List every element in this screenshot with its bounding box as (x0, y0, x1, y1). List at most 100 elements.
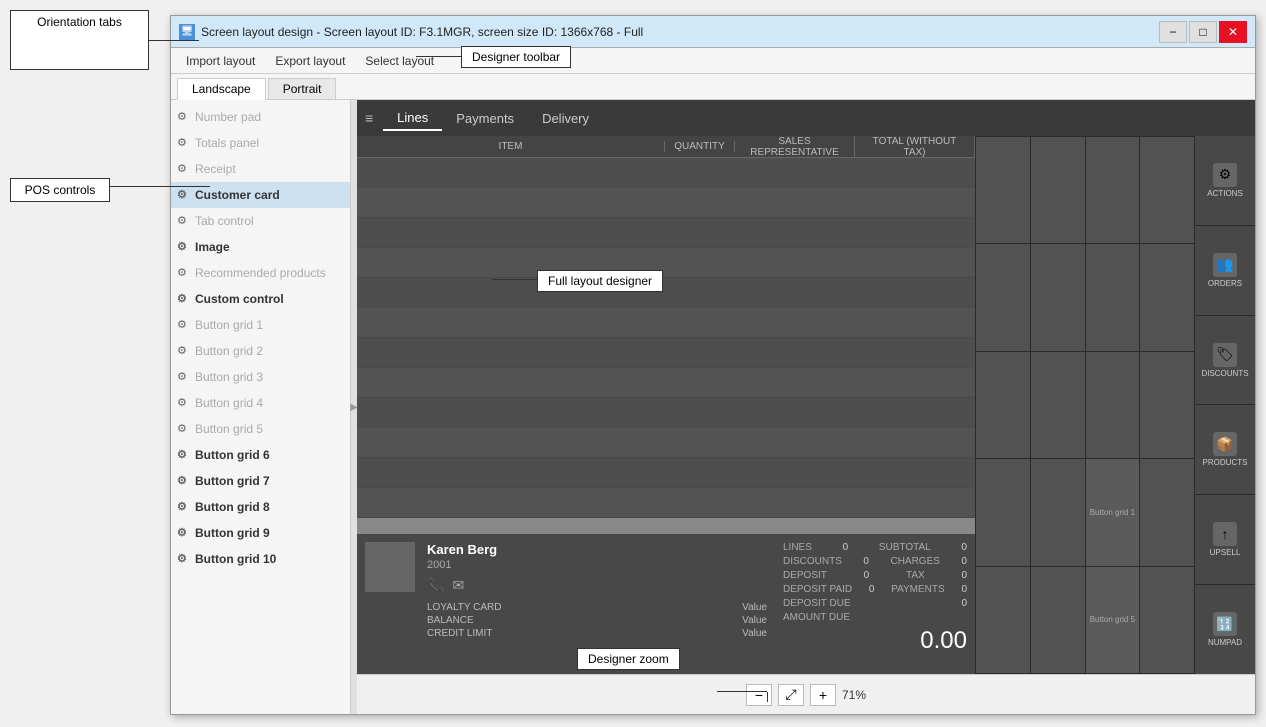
grid-cell[interactable] (1031, 137, 1085, 243)
pos-center-panel: ITEM QUANTITY SALES REPRESENTATIVE TOTAL… (357, 136, 975, 674)
sidebar-item-label: Button grid 10 (195, 552, 276, 566)
zoom-level-display: 71% (842, 688, 866, 702)
sidebar-item-customcontrol[interactable]: ⚙ Custom control (171, 286, 350, 312)
sidebar-item-image[interactable]: ⚙ Image (171, 234, 350, 260)
col-item: ITEM (357, 141, 665, 152)
sidebar-item-receipt[interactable]: ⚙ Receipt (171, 156, 350, 182)
sidebar-item-label: Button grid 1 (195, 318, 263, 332)
table-row[interactable] (357, 278, 975, 308)
table-row[interactable] (357, 158, 975, 188)
discounts-button[interactable]: 🏷 DISCOUNTS (1195, 316, 1255, 405)
balance-label: BALANCE (427, 615, 474, 626)
grid-cell[interactable] (976, 137, 1030, 243)
sidebar-item-buttongrid6[interactable]: ⚙ Button grid 6 (171, 442, 350, 468)
grid-cell[interactable] (976, 352, 1030, 458)
discounts-value: 0 (863, 556, 869, 567)
grid-cell[interactable] (1140, 459, 1194, 565)
sidebar-item-buttongrid10[interactable]: ⚙ Button grid 10 (171, 546, 350, 572)
discounts-label: DISCOUNTS (783, 556, 842, 567)
orders-icon: 👥 (1213, 253, 1237, 277)
pos-tab-delivery[interactable]: Delivery (528, 107, 603, 130)
pos-tab-payments[interactable]: Payments (442, 107, 528, 130)
grid-cell[interactable] (1031, 352, 1085, 458)
sidebar-item-label: Number pad (195, 110, 261, 124)
designer-zoom-annotation: Designer zoom (577, 648, 680, 670)
table-row[interactable] (357, 338, 975, 368)
numpad-button[interactable]: 🔢 NUMPAD (1195, 585, 1255, 674)
sidebar-item-buttongrid8[interactable]: ⚙ Button grid 8 (171, 494, 350, 520)
zoom-out-button[interactable]: − (746, 684, 772, 706)
gear-icon: ⚙ (177, 500, 191, 514)
title-bar: 🖥 Screen layout design - Screen layout I… (171, 16, 1255, 48)
grid-cell[interactable] (1086, 244, 1140, 350)
grid-cell[interactable] (1140, 137, 1194, 243)
pos-controls-annotation: POS controls (10, 178, 110, 202)
table-row[interactable] (357, 428, 975, 458)
landscape-tab[interactable]: Landscape (177, 78, 266, 100)
table-row[interactable] (357, 188, 975, 218)
upsell-button[interactable]: ↑ UPSELL (1195, 495, 1255, 584)
table-row[interactable] (357, 398, 975, 428)
totals-panel: LINES 0 SUBTOTAL 0 DISCOUNTS 0 CHARGES 0 (775, 534, 975, 674)
select-layout-menu[interactable]: Select layout (356, 51, 443, 71)
lines-table-header: ITEM QUANTITY SALES REPRESENTATIVE TOTAL… (357, 136, 975, 158)
table-row[interactable] (357, 458, 975, 488)
zoom-reset-button[interactable]: ⤢ (778, 684, 804, 706)
grid-cell[interactable] (1031, 567, 1085, 673)
grid-cell[interactable] (976, 244, 1030, 350)
sidebar-item-totalspanel[interactable]: ⚙ Totals panel (171, 130, 350, 156)
sidebar-item-label: Button grid 5 (195, 422, 263, 436)
sidebar-item-buttongrid7[interactable]: ⚙ Button grid 7 (171, 468, 350, 494)
orders-button[interactable]: 👥 ORDERS (1195, 226, 1255, 315)
table-row[interactable] (357, 488, 975, 518)
sidebar-item-tabcontrol[interactable]: ⚙ Tab control (171, 208, 350, 234)
deposit-due-label: DEPOSIT DUE (783, 598, 851, 609)
table-row[interactable] (357, 308, 975, 338)
designer-zoom-arrow (767, 692, 768, 702)
sidebar-item-buttongrid4[interactable]: ⚙ Button grid 4 (171, 390, 350, 416)
grid-cell-buttongrid5[interactable]: Button grid 5 (1086, 567, 1140, 673)
grid-cell[interactable] (976, 567, 1030, 673)
grid-cell[interactable] (1140, 352, 1194, 458)
sidebar-item-label: Button grid 6 (195, 448, 270, 462)
main-window: 🖥 Screen layout design - Screen layout I… (170, 15, 1256, 715)
main-content: ⚙ Number pad ⚙ Totals panel ⚙ Receipt ⚙ … (171, 100, 1255, 714)
zoom-in-button[interactable]: + (810, 684, 836, 706)
sidebar-item-buttongrid1[interactable]: ⚙ Button grid 1 (171, 312, 350, 338)
minimize-button[interactable]: − (1159, 21, 1187, 43)
gear-icon: ⚙ (177, 266, 191, 280)
pos-tab-lines[interactable]: Lines (383, 106, 442, 131)
import-layout-menu[interactable]: Import layout (177, 51, 264, 71)
col-quantity: QUANTITY (665, 141, 735, 152)
close-button[interactable]: ✕ (1219, 21, 1247, 43)
maximize-button[interactable]: □ (1189, 21, 1217, 43)
grid-cell[interactable] (1086, 352, 1140, 458)
table-row[interactable] (357, 368, 975, 398)
table-row[interactable] (357, 218, 975, 248)
sidebar-item-buttongrid5[interactable]: ⚙ Button grid 5 (171, 416, 350, 442)
numpad-label: NUMPAD (1208, 638, 1242, 647)
sidebar-item-recommended[interactable]: ⚙ Recommended products (171, 260, 350, 286)
gear-icon: ⚙ (177, 370, 191, 384)
products-button[interactable]: 📦 PRODUCTS (1195, 405, 1255, 494)
export-layout-menu[interactable]: Export layout (266, 51, 354, 71)
actions-button[interactable]: ⚙ ACTIONS (1195, 136, 1255, 225)
sidebar-item-buttongrid9[interactable]: ⚙ Button grid 9 (171, 520, 350, 546)
grid-cell[interactable] (1140, 567, 1194, 673)
designer-toolbar-annotation: Designer toolbar (461, 46, 571, 68)
grid-cell[interactable] (1140, 244, 1194, 350)
grid-cell[interactable] (1031, 459, 1085, 565)
products-icon: 📦 (1213, 432, 1237, 456)
grid-cell[interactable] (1031, 244, 1085, 350)
sidebar-item-buttongrid2[interactable]: ⚙ Button grid 2 (171, 338, 350, 364)
grid-cell-buttongrid1[interactable]: Button grid 1 (1086, 459, 1140, 565)
upsell-label: UPSELL (1210, 548, 1241, 557)
grid-cell[interactable] (1086, 137, 1140, 243)
table-row[interactable] (357, 248, 975, 278)
grid-cell[interactable] (976, 459, 1030, 565)
discounts-icon: 🏷 (1213, 343, 1237, 367)
sidebar-item-buttongrid3[interactable]: ⚙ Button grid 3 (171, 364, 350, 390)
portrait-tab[interactable]: Portrait (268, 78, 337, 99)
sidebar-item-numberpad[interactable]: ⚙ Number pad (171, 104, 350, 130)
sidebar-item-label: Custom control (195, 292, 284, 306)
